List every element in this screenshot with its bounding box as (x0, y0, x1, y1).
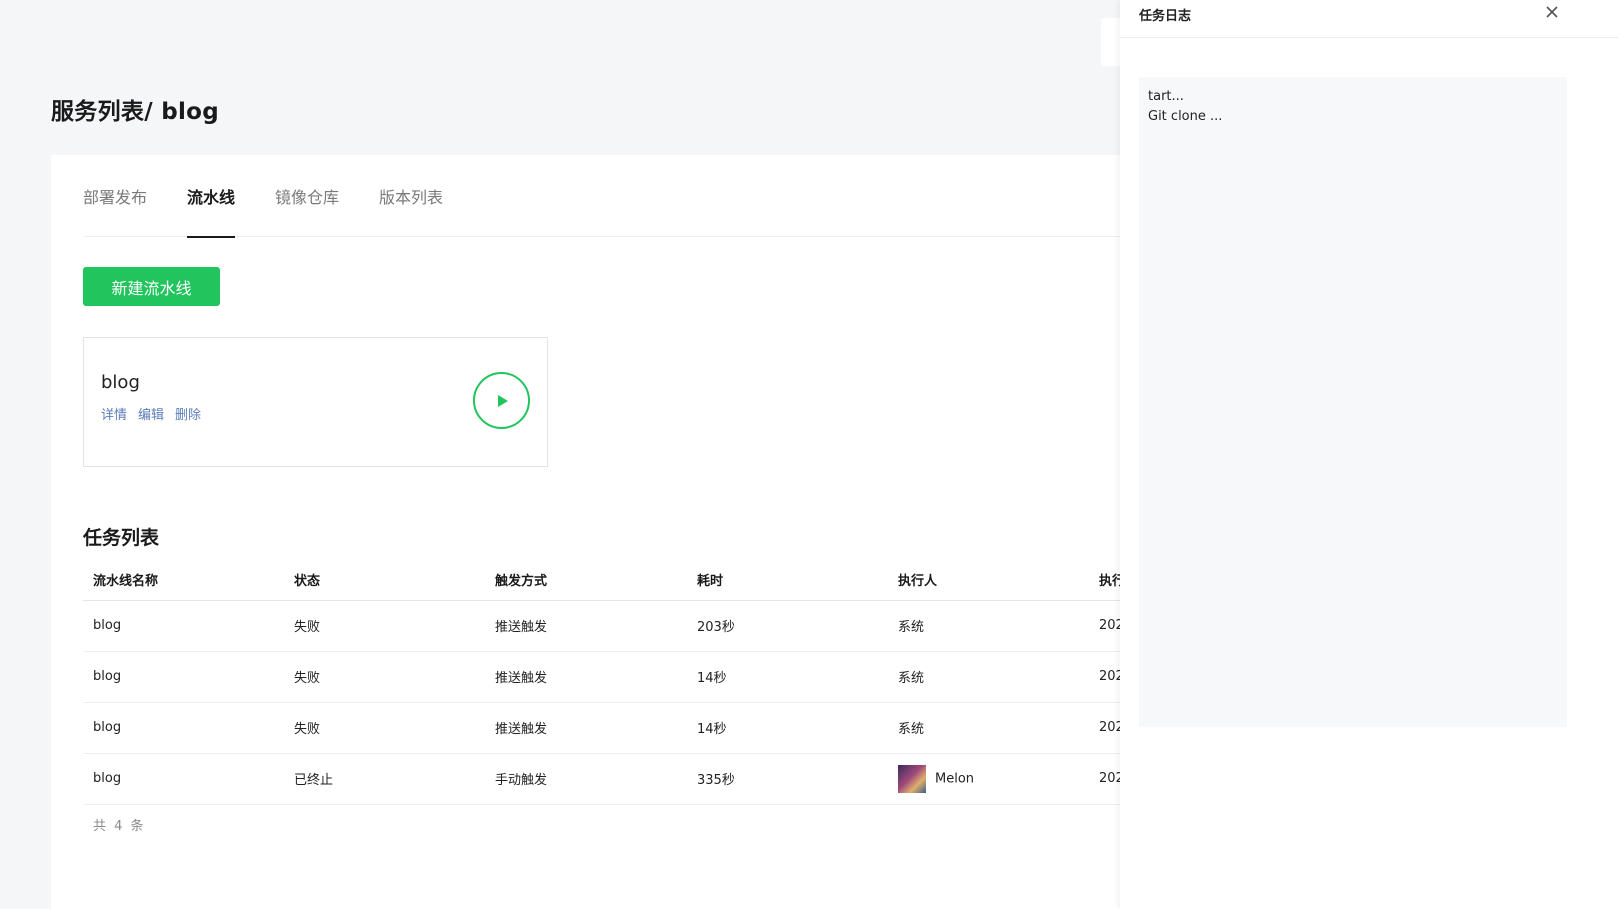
table-row[interactable]: blog 失败 推送触发 203秒 系统 202 (83, 600, 1173, 652)
tab-versions[interactable]: 版本列表 (379, 155, 443, 237)
pipeline-detail-link[interactable]: 详情 (101, 404, 127, 423)
column-header-name: 流水线名称 (83, 560, 284, 601)
column-header-trigger: 触发方式 (485, 560, 687, 601)
tab-deploy[interactable]: 部署发布 (83, 155, 147, 237)
log-output: tart... Git clone ... (1139, 77, 1567, 727)
column-header-status: 状态 (284, 560, 485, 601)
task-list-title: 任务列表 (83, 527, 160, 549)
task-log-drawer: 任务日志 tart... Git clone ... (1120, 0, 1618, 909)
cell-status: 已终止 (284, 753, 485, 805)
log-line: tart... (1148, 89, 1184, 104)
play-icon (497, 394, 508, 407)
cell-trigger: 推送触发 (485, 600, 687, 652)
cell-duration: 203秒 (687, 600, 888, 652)
column-header-duration: 耗时 (687, 560, 888, 601)
table-row[interactable]: blog 失败 推送触发 14秒 系统 202 (83, 702, 1173, 754)
cell-status: 失败 (284, 600, 485, 652)
table-row[interactable]: blog 失败 推送触发 14秒 系统 202 (83, 651, 1173, 703)
cell-name: blog (83, 702, 284, 754)
pipeline-card: blog 详情 编辑 删除 (83, 337, 548, 467)
avatar (898, 764, 926, 793)
total-count: 共 4 条 (93, 819, 146, 834)
cell-executor: 系统 (888, 600, 1089, 652)
pipeline-delete-link[interactable]: 删除 (175, 404, 201, 423)
close-icon[interactable] (1544, 4, 1560, 20)
executor-name: Melon (935, 771, 975, 786)
cell-executor-with-avatar: Melon (888, 753, 1089, 805)
cell-status: 失败 (284, 702, 485, 754)
main-card: 部署发布 流水线 镜像仓库 版本列表 新建流水线 blog 详情 编辑 删除 任… (51, 155, 1173, 909)
cell-trigger: 手动触发 (485, 753, 687, 805)
page-title: 服务列表/ blog (51, 99, 220, 125)
cell-trigger: 推送触发 (485, 702, 687, 754)
table-row[interactable]: blog 已终止 手动触发 335秒 Melon 202 (83, 753, 1173, 805)
cell-executor: 系统 (888, 651, 1089, 703)
cell-name: blog (83, 651, 284, 703)
log-line: Git clone ... (1148, 109, 1223, 124)
cell-status: 失败 (284, 651, 485, 703)
run-pipeline-button[interactable] (473, 372, 530, 429)
cell-duration: 14秒 (687, 651, 888, 703)
cell-name: blog (83, 753, 284, 805)
tab-image-registry[interactable]: 镜像仓库 (275, 155, 339, 237)
tab-bar: 部署发布 流水线 镜像仓库 版本列表 (83, 155, 1171, 238)
cell-name: blog (83, 600, 284, 652)
drawer-header: 任务日志 (1120, 0, 1618, 38)
task-table: 流水线名称 状态 触发方式 耗时 执行人 执行 blog 失败 推送触发 203… (83, 560, 1173, 805)
pipeline-edit-link[interactable]: 编辑 (138, 404, 164, 423)
cell-duration: 14秒 (687, 702, 888, 754)
new-pipeline-button[interactable]: 新建流水线 (83, 267, 220, 306)
cell-trigger: 推送触发 (485, 651, 687, 703)
drawer-title: 任务日志 (1139, 9, 1192, 24)
cell-executor: 系统 (888, 702, 1089, 754)
pipeline-actions: 详情 编辑 删除 (101, 404, 201, 423)
table-header-row: 流水线名称 状态 触发方式 耗时 执行人 执行 (83, 560, 1173, 601)
cell-duration: 335秒 (687, 753, 888, 805)
pipeline-name: blog (101, 372, 140, 393)
tab-pipeline[interactable]: 流水线 (187, 155, 236, 238)
column-header-executor: 执行人 (888, 560, 1089, 601)
